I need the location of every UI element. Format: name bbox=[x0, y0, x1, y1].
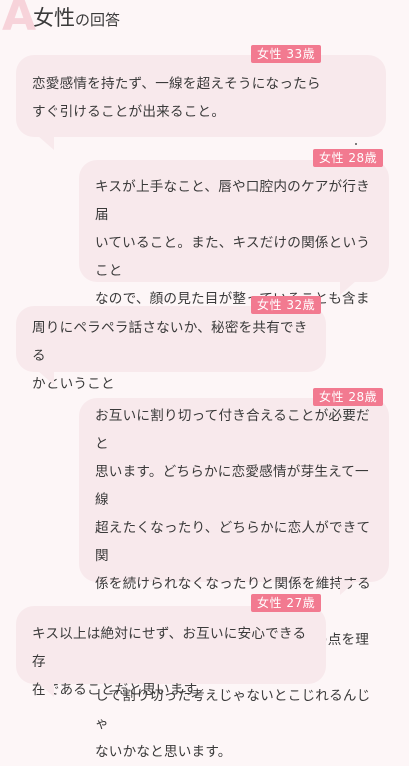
answer-text: キス以上は絶対にせず、お互いに安心できる存 在であることだと思います bbox=[32, 626, 307, 698]
answer-text: 恋愛感情を持たず、一線を超えそうになったら すぐ引けることが出来ること。 bbox=[32, 76, 321, 120]
answer-bubble: キス以上は絶対にせず、お互いに安心できる存 在であることだと思います bbox=[16, 606, 326, 698]
age-badge: 女性 28歳 bbox=[313, 388, 384, 406]
answer-text: お互いに割り切って付き合えることが必要だと 思います。どちらかに恋愛感情が芽生え… bbox=[95, 408, 371, 760]
age-badge: 女性 33歳 bbox=[251, 45, 322, 63]
bubble-tail bbox=[340, 281, 356, 295]
answer-bubble: お互いに割り切って付き合えることが必要だと 思います。どちらかに恋愛感情が芽生え… bbox=[79, 398, 389, 760]
stray-dot bbox=[355, 143, 357, 145]
bubble-tail bbox=[38, 371, 54, 385]
answer-bubble: 周りにペラペラ話さないか、秘密を共有できる かということ bbox=[16, 306, 326, 392]
section-title-suffix: の回答 bbox=[75, 11, 121, 29]
section-title: 女性の回答 bbox=[33, 6, 120, 31]
bubble-tail bbox=[38, 683, 54, 697]
age-badge: 女性 32歳 bbox=[251, 296, 322, 314]
answer-bubble: キスが上手なこと、唇や口腔内のケアが行き届 いていること。また、キスだけの関係と… bbox=[79, 160, 389, 363]
answer-mark: A bbox=[2, 0, 37, 41]
section-header: A 女性の回答 bbox=[0, 0, 409, 40]
age-badge: 女性 27歳 bbox=[251, 594, 322, 612]
section-title-main: 女性 bbox=[33, 6, 75, 30]
bubble-tail bbox=[340, 581, 356, 595]
age-badge: 女性 28歳 bbox=[313, 149, 384, 167]
answer-bubble: 恋愛感情を持たず、一線を超えそうになったら すぐ引けることが出来ること。 bbox=[16, 55, 386, 137]
answer-text: 周りにペラペラ話さないか、秘密を共有できる かということ bbox=[32, 320, 308, 392]
bubble-tail bbox=[38, 136, 54, 150]
